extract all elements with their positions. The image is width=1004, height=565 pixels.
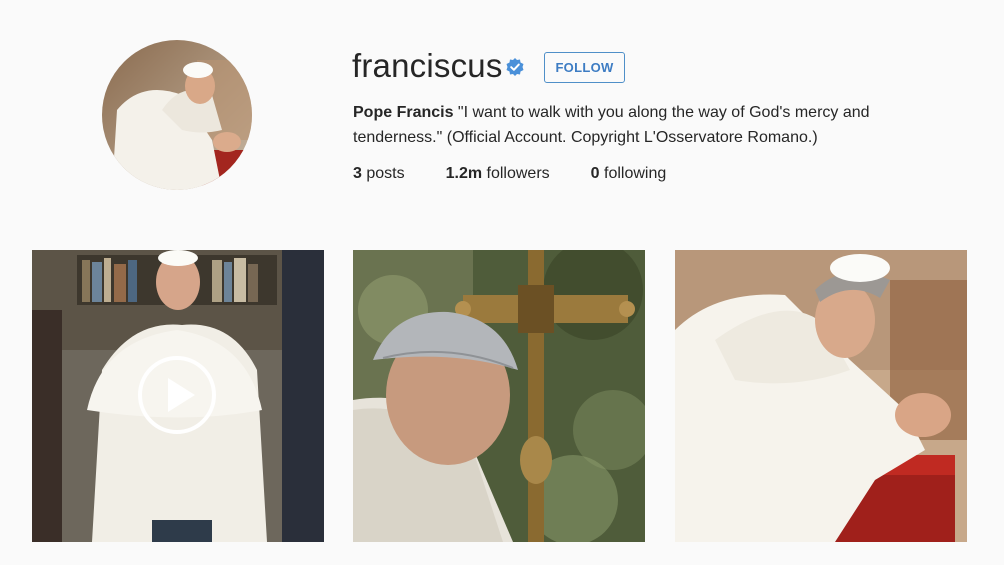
post-tile-photo[interactable]	[675, 250, 967, 542]
posts-count: 3	[353, 165, 362, 182]
follow-button[interactable]: FOLLOW	[544, 52, 625, 83]
following-stat[interactable]: 0 following	[591, 163, 667, 185]
following-label: following	[599, 165, 667, 182]
profile-avatar	[102, 40, 252, 190]
post-tile-video[interactable]	[32, 250, 324, 542]
post-tile-photo[interactable]	[353, 250, 645, 542]
bio-name: Pope Francis	[353, 104, 454, 121]
posts-label: posts	[361, 165, 405, 182]
profile-username: franciscus	[352, 47, 503, 84]
profile-stats: 3 posts 1.2m followers 0 following	[353, 163, 707, 185]
followers-label: followers	[482, 165, 550, 182]
profile-bio: Pope Francis "I want to walk with you al…	[353, 100, 913, 150]
posts-stat: 3 posts	[353, 163, 405, 185]
followers-count: 1.2m	[445, 165, 483, 182]
play-icon[interactable]	[137, 355, 217, 435]
verified-badge-icon	[506, 58, 524, 76]
following-count: 0	[590, 165, 600, 182]
followers-stat[interactable]: 1.2m followers	[446, 163, 550, 185]
